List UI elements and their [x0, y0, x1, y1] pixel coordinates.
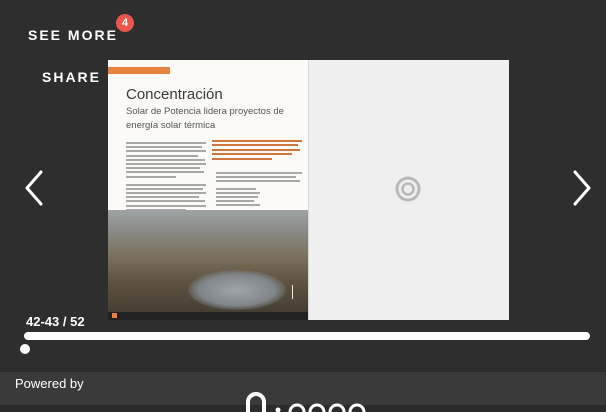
share-label: SHARE — [42, 69, 101, 85]
article-subheadline: Solar de Potencia lidera proyectos de en… — [126, 105, 306, 133]
see-more-label: SEE MORE — [28, 27, 118, 43]
see-more-button[interactable]: SEE MORE — [28, 27, 118, 43]
page-slider-track[interactable] — [24, 332, 590, 340]
share-button[interactable]: SHARE — [42, 69, 101, 85]
previous-page-button[interactable] — [24, 170, 44, 206]
notification-badge: 4 — [116, 14, 134, 32]
page-slider-handle[interactable] — [20, 344, 30, 354]
solar-field-photo — [108, 210, 308, 320]
page-footer-strip — [108, 312, 308, 320]
chevron-right-icon — [572, 170, 592, 206]
footer-bar: Powered by — [0, 372, 606, 405]
page-indicator: 42-43 / 52 — [26, 314, 85, 329]
section-tag — [108, 67, 170, 74]
flipbook-viewer: SEE MORE 4 SHARE Concentración Solar de … — [0, 0, 606, 372]
next-page-button[interactable] — [572, 170, 592, 206]
spinner-icon — [395, 176, 421, 202]
article-headline: Concentración — [126, 86, 223, 103]
right-page[interactable] — [308, 60, 509, 320]
chevron-left-icon — [24, 170, 44, 206]
left-page[interactable]: Concentración Solar de Potencia lidera p… — [108, 60, 308, 320]
brand-logo[interactable] — [244, 392, 384, 412]
article-lede — [212, 140, 304, 162]
article-body-column — [126, 142, 206, 213]
powered-by-label: Powered by — [15, 376, 84, 391]
